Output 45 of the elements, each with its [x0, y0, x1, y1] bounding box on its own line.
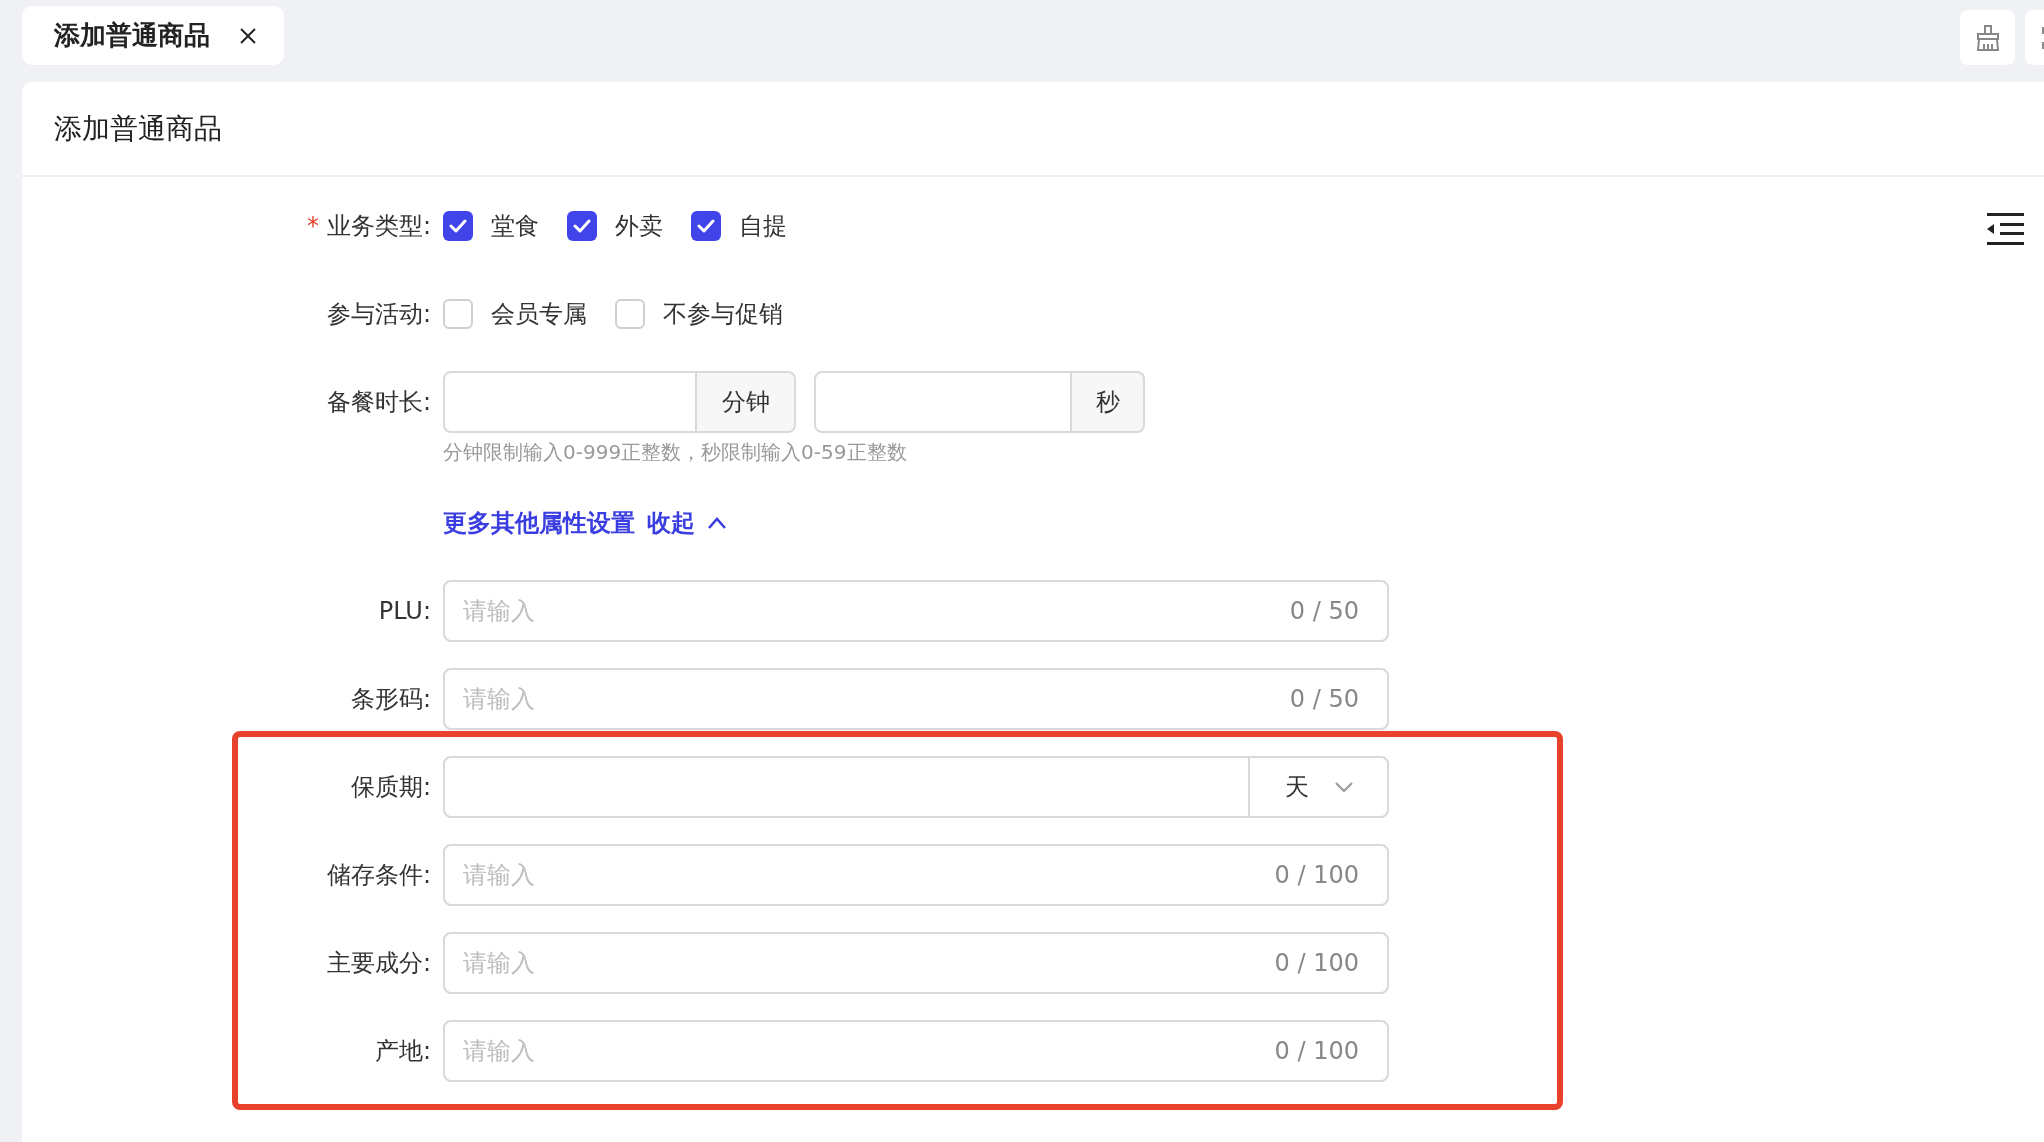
checkbox-label[interactable]: 堂食 — [491, 210, 539, 242]
char-counter: 0 / 100 — [1274, 1036, 1359, 1067]
field-label: 产地: — [374, 1036, 431, 1067]
checkbox[interactable] — [443, 211, 473, 241]
collapse-link[interactable]: 收起 — [647, 507, 695, 539]
field-label: 业务类型: — [326, 211, 431, 242]
duration-input[interactable] — [814, 371, 1072, 433]
unit-select[interactable]: 天 — [1248, 756, 1389, 818]
checkbox-label[interactable]: 不参与促销 — [663, 298, 783, 330]
checkbox[interactable] — [691, 211, 721, 241]
field-label: 储存条件: — [326, 860, 431, 891]
required-asterisk: * — [306, 212, 319, 240]
field-label: 保质期: — [350, 772, 431, 803]
checkbox[interactable] — [567, 211, 597, 241]
input-field[interactable] — [443, 756, 1250, 818]
chevron-icon[interactable] — [707, 517, 727, 529]
unit-label: 秒 — [1072, 371, 1145, 433]
page-title: 添加普通商品 — [54, 110, 222, 147]
char-counter: 0 / 50 — [1289, 684, 1359, 715]
checkmark-icon — [573, 219, 591, 233]
input-hint: 分钟限制输入0-999正整数，秒限制输入0-59正整数 — [443, 439, 908, 466]
field-label: 参与活动: — [326, 299, 431, 330]
outdent-icon[interactable] — [1987, 213, 2024, 245]
checkbox-label[interactable]: 自提 — [739, 210, 787, 242]
duration-input[interactable] — [443, 371, 697, 433]
char-counter: 0 / 100 — [1274, 860, 1359, 891]
char-counter: 0 / 100 — [1274, 948, 1359, 979]
field-label: 条形码: — [350, 684, 431, 715]
checkmark-icon — [449, 219, 467, 233]
checkbox[interactable] — [615, 299, 645, 329]
checkbox[interactable] — [443, 299, 473, 329]
more-settings-link[interactable]: 更多其他属性设置 — [443, 507, 635, 539]
unit-label: 分钟 — [697, 371, 796, 433]
char-counter: 0 / 50 — [1289, 596, 1359, 627]
close-icon[interactable] — [238, 25, 258, 46]
chevron-down-icon — [1334, 781, 1353, 793]
clean-button[interactable] — [1960, 10, 2015, 65]
checkbox-label[interactable]: 外卖 — [615, 210, 663, 242]
field-label: 主要成分: — [326, 948, 431, 979]
page-tab[interactable]: 添加普通商品 — [22, 6, 284, 65]
checkbox-label[interactable]: 会员专属 — [491, 298, 587, 330]
field-label: PLU: — [378, 597, 431, 625]
checkmark-icon — [697, 219, 715, 233]
field-label: 备餐时长: — [326, 387, 431, 418]
brush-icon — [1974, 23, 2001, 52]
